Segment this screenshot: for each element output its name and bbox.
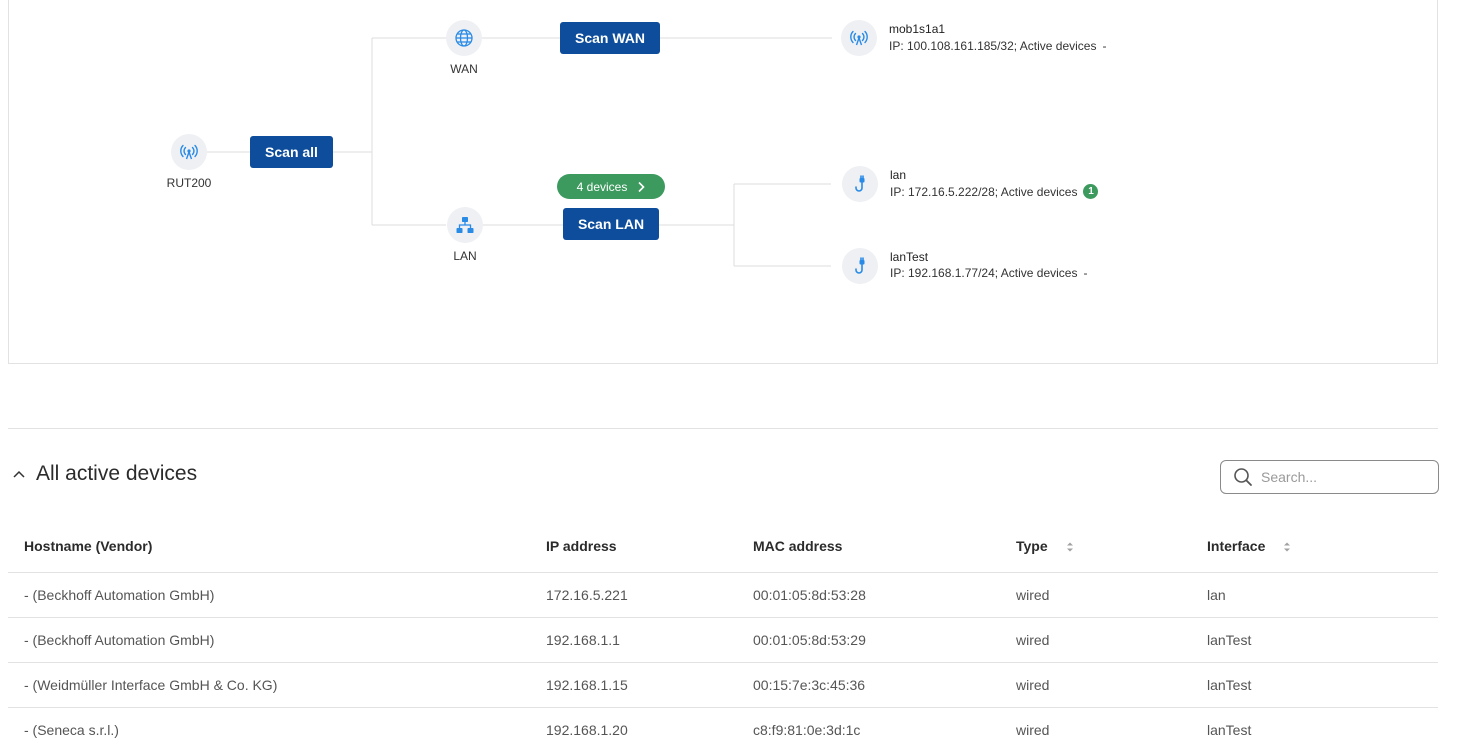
- antenna-icon: [180, 144, 198, 160]
- cell-ip: 192.168.1.1: [530, 617, 737, 663]
- cell-type: wired: [1000, 707, 1191, 749]
- interface-info: IP: 100.108.161.185/32; Active devices -: [889, 39, 1106, 53]
- interface-lan-node: [842, 166, 878, 202]
- cell-hostname: - (Weidmüller Interface GmbH & Co. KG): [8, 662, 530, 708]
- cell-ip: 192.168.1.15: [530, 662, 737, 708]
- search-icon: [1234, 468, 1252, 486]
- section-divider: [8, 428, 1438, 429]
- active-devices-badge[interactable]: 1: [1083, 184, 1099, 199]
- sort-icon[interactable]: [1066, 541, 1074, 553]
- router-node: [171, 134, 207, 170]
- cell-interface: lanTest: [1191, 617, 1438, 663]
- cell-type: wired: [1000, 617, 1191, 663]
- cell-ip: 172.16.5.221: [530, 572, 737, 618]
- section-title: All active devices: [36, 462, 198, 485]
- cell-type: wired: [1000, 662, 1191, 708]
- cell-hostname: - (Beckhoff Automation GmbH): [8, 572, 530, 618]
- interface-ip: IP: 172.16.5.222/28; Active devices: [890, 184, 1078, 199]
- cell-interface: lan: [1191, 572, 1438, 618]
- interface-mob1s1a1-node: [841, 20, 877, 56]
- topology-panel: RUT200 Scan all WAN Scan WAN LAN 4 devic…: [8, 0, 1438, 364]
- chevron-up-icon: [13, 470, 25, 478]
- wan-node[interactable]: [446, 20, 482, 56]
- scan-wan-button[interactable]: Scan WAN: [560, 22, 660, 54]
- chevron-right-icon: [638, 181, 645, 192]
- scan-all-button[interactable]: Scan all: [250, 136, 333, 168]
- interface-info: IP: 192.168.1.77/24; Active devices -: [890, 266, 1087, 280]
- cell-ip: 192.168.1.20: [530, 707, 737, 749]
- interface-info: IP: 172.16.5.222/28; Active devices 1: [890, 184, 1099, 199]
- column-header-type[interactable]: Type: [1000, 520, 1191, 573]
- interface-lantest-node: [842, 248, 878, 284]
- cell-mac: 00:15:7e:3c:45:36: [737, 662, 1000, 708]
- antenna-icon: [850, 30, 868, 46]
- column-header-ip: IP address: [530, 520, 737, 573]
- sort-icon[interactable]: [1283, 541, 1291, 553]
- column-header-mac: MAC address: [737, 520, 1000, 573]
- interface-name: lan: [890, 168, 907, 182]
- search-box[interactable]: [1220, 460, 1439, 494]
- wan-label: WAN: [450, 62, 478, 76]
- active-devices-count: -: [1083, 266, 1088, 280]
- column-header-hostname: Hostname (Vendor): [8, 520, 530, 573]
- interface-ip: IP: 192.168.1.77/24; Active devices: [890, 266, 1078, 280]
- cell-mac: c8:f9:81:0e:3d:1c: [737, 707, 1000, 749]
- interface-name: lanTest: [890, 250, 929, 264]
- search-input[interactable]: [1261, 469, 1421, 485]
- table-row[interactable]: - (Weidmüller Interface GmbH & Co. KG) 1…: [8, 662, 1438, 708]
- router-label: RUT200: [166, 176, 212, 190]
- cell-type: wired: [1000, 572, 1191, 618]
- table-row[interactable]: - (Beckhoff Automation GmbH) 172.16.5.22…: [8, 572, 1438, 618]
- cell-interface: lanTest: [1191, 662, 1438, 708]
- cable-icon: [855, 257, 865, 274]
- cell-mac: 00:01:05:8d:53:29: [737, 617, 1000, 663]
- cell-hostname: - (Beckhoff Automation GmbH): [8, 617, 530, 663]
- network-icon: [456, 217, 474, 233]
- lan-node[interactable]: [447, 207, 483, 243]
- cell-hostname: - (Seneca s.r.l.): [8, 707, 530, 749]
- table-row[interactable]: - (Seneca s.r.l.) 192.168.1.20 c8:f9:81:…: [8, 707, 1438, 749]
- globe-icon: [455, 29, 473, 47]
- interface-ip: IP: 100.108.161.185/32; Active devices: [889, 39, 1097, 53]
- devices-table: Hostname (Vendor) IP address MAC address…: [8, 520, 1438, 749]
- scan-lan-button[interactable]: Scan LAN: [563, 208, 659, 240]
- devices-count-label: 4 devices: [576, 179, 628, 194]
- column-header-interface[interactable]: Interface: [1191, 520, 1438, 573]
- active-devices-toggle[interactable]: All active devices: [12, 462, 197, 486]
- devices-count-pill[interactable]: 4 devices: [557, 174, 665, 199]
- cell-interface: lanTest: [1191, 707, 1438, 749]
- active-devices-count: -: [1102, 39, 1107, 53]
- table-row[interactable]: - (Beckhoff Automation GmbH) 192.168.1.1…: [8, 617, 1438, 663]
- cell-mac: 00:01:05:8d:53:28: [737, 572, 1000, 618]
- interface-name: mob1s1a1: [889, 22, 946, 36]
- lan-label: LAN: [453, 249, 477, 263]
- cable-icon: [855, 175, 865, 192]
- table-header-row: Hostname (Vendor) IP address MAC address…: [8, 520, 1438, 573]
